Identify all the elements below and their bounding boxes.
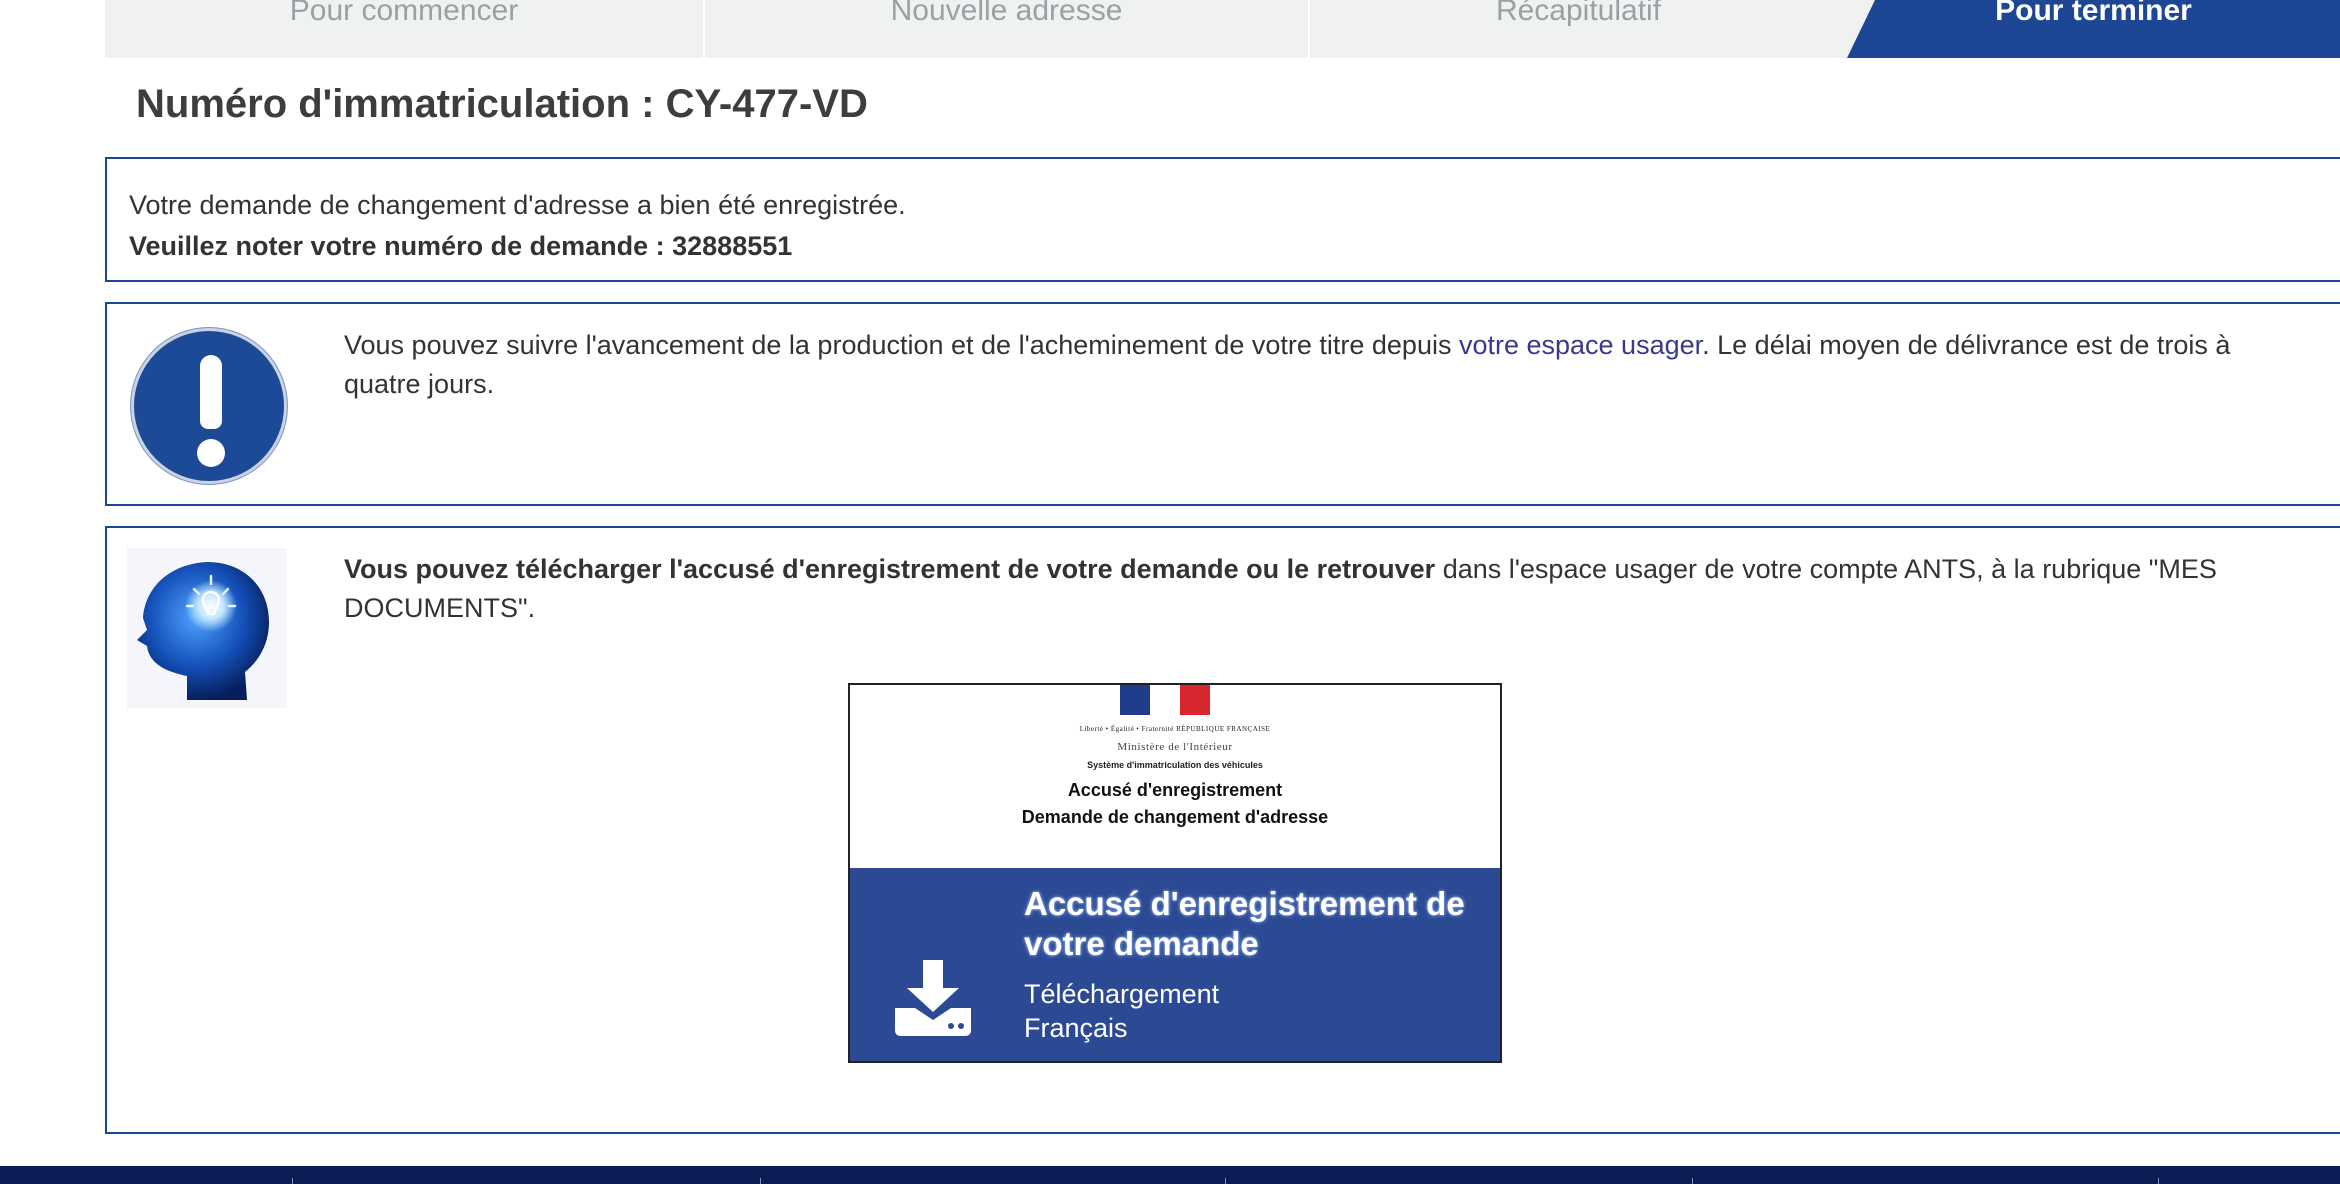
step-pour-terminer: Pour terminer — [1847, 0, 2340, 58]
receipt-action: Téléchargement Français — [1024, 979, 1220, 1043]
download-icon — [893, 960, 973, 1036]
espace-usager-link[interactable]: votre espace usager — [1459, 330, 1702, 360]
step-pour-commencer: Pour commencer — [105, 0, 705, 58]
preview-title: Accusé d'enregistrement — [1067, 780, 1283, 800]
download-panel: Accusé d'enregistrement de votre demande… — [850, 868, 1500, 1061]
download-box: Vous pouvez télécharger l'accusé d'enreg… — [105, 526, 2340, 1134]
step-recapitulatif: Récapitulatif — [1495, 0, 1662, 27]
download-text: Vous pouvez télécharger l'accusé d'enreg… — [344, 554, 2217, 623]
page-title: Numéro d'immatriculation : CY-477-VD — [136, 82, 868, 126]
progress-stepper: Pour commencer Nouvelle adresse Récapitu… — [105, 0, 2340, 58]
marianne-logo — [1120, 685, 1210, 715]
request-number: Veuillez noter votre numéro de demande :… — [129, 231, 793, 261]
confirmation-box: Votre demande de changement d'adresse a … — [105, 157, 2340, 282]
flag-caption: Liberté • Égalité • Fraternité RÉPUBLIQU… — [1079, 725, 1271, 733]
confirmation-message: Votre demande de changement d'adresse a … — [129, 190, 906, 220]
receipt-title: Accusé d'enregistrement de votre demande — [1024, 885, 1465, 962]
exclamation-icon — [131, 328, 287, 484]
ministere-label: Ministère de l'Intérieur — [1117, 741, 1233, 753]
footer-bar — [0, 1166, 2340, 1184]
head-lightbulb-icon — [127, 548, 287, 708]
step-nouvelle-adresse: Nouvelle adresse — [705, 0, 1310, 58]
document-preview: Liberté • Égalité • Fraternité RÉPUBLIQU… — [850, 685, 1500, 868]
systeme-label: Système d'immatriculation des véhicules — [1087, 760, 1263, 770]
preview-subtitle: Demande de changement d'adresse — [1021, 807, 1329, 827]
info-box: Vous pouvez suivre l'avancement de la pr… — [105, 302, 2340, 506]
info-text: Vous pouvez suivre l'avancement de la pr… — [344, 330, 2231, 399]
download-receipt-button[interactable]: Liberté • Égalité • Fraternité RÉPUBLIQU… — [848, 683, 1502, 1063]
